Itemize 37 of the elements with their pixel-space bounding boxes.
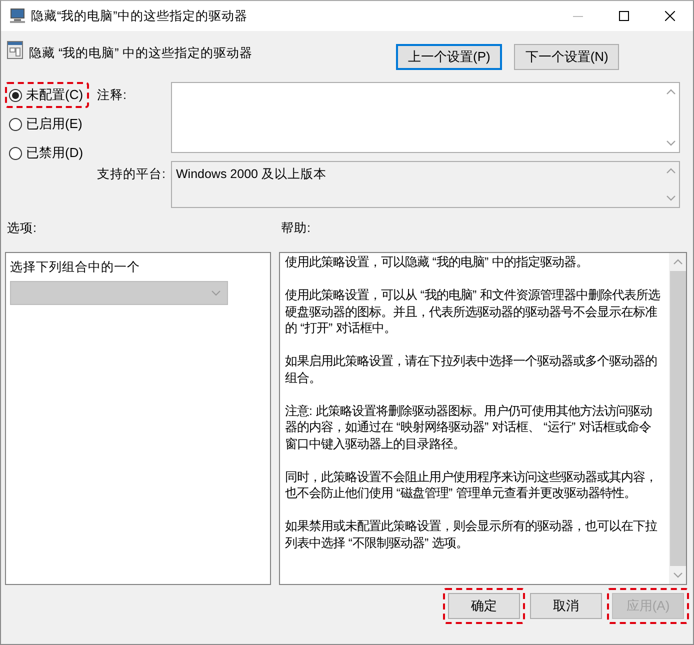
scroll-down-icon[interactable] <box>666 140 676 146</box>
section-label: 选项: <box>7 220 38 237</box>
window-title: 隐藏“我的电脑”中的这些指定的驱动器 <box>30 8 248 24</box>
platform-field: Windows 2000 及以上版本 <box>171 161 680 208</box>
scroll-down-icon[interactable] <box>672 572 682 578</box>
scrollbar-thumb[interactable] <box>670 271 686 566</box>
chevron-down-icon <box>211 290 221 296</box>
cancel-button[interactable]: 取消 <box>530 593 602 619</box>
comment-field[interactable] <box>171 82 680 153</box>
radio-button[interactable] <box>9 88 22 102</box>
close-icon[interactable] <box>665 11 675 21</box>
radio-label: 已启用(E) <box>26 115 82 133</box>
radio-button[interactable] <box>9 146 22 160</box>
scroll-up-icon[interactable] <box>666 89 676 95</box>
maximize-icon[interactable] <box>619 11 629 21</box>
computer-icon <box>9 8 27 24</box>
prompt-text: 选择下列组合中的一个 <box>10 259 141 276</box>
radio-button[interactable] <box>9 118 22 130</box>
scroll-up-icon[interactable] <box>666 168 676 174</box>
ok-button[interactable]: 确定 <box>448 593 520 619</box>
radio-label: 未配置(C) <box>26 86 84 104</box>
help-paragraph: 使用此策略设置，可以从 “我的电脑” 和文件资源管理器中删除代表所选硬盘驱动器的图标。并且，代表所选驱动器的驱动器号不会显示在标准的 “打开” 对话框中。 <box>285 287 662 336</box>
help-paragraph: 如果启用此策略设置，请在下拉列表中选择一个驱动器或多个驱动器的组合。 <box>285 353 658 386</box>
policy-title: 隐藏 “我的电脑” 中的这些指定的驱动器 <box>28 45 254 62</box>
scroll-up-icon[interactable] <box>672 259 682 265</box>
help-paragraph: 如果禁用或未配置此策略设置，则会显示所有的驱动器，也可以在下拉列表中选择 “不限制驱动器” 选项。 <box>285 518 658 551</box>
field-label: 注释: <box>97 87 128 104</box>
section-label: 帮助: <box>281 220 312 237</box>
radio-label: 已禁用(D) <box>26 144 84 162</box>
field-label: 支持的平台: <box>97 166 166 183</box>
scroll-down-icon[interactable] <box>666 195 676 201</box>
previous-setting-button[interactable]: 上一个设置(P) <box>396 44 502 70</box>
help-paragraph: 注意: 此策略设置将删除驱动器图标。用户仍可使用其他方法访问驱动器的内容，如通过在 “映射网络驱动器” 对话框、 “运行” 对话框或命令窗口中键入驱动器上的目录路径。 <box>285 402 653 452</box>
policy-icon <box>7 41 23 59</box>
help-paragraph: 同时，此策略设置不会阻止用户使用程序来访问这些驱动器或其内容，也不会防止他们使用 “磁盘管理” 管理单元查看并更改驱动器特性。 <box>285 468 658 502</box>
help-paragraph: 使用此策略设置，可以隐藏 “我的电脑” 中的指定驱动器。 <box>285 254 590 270</box>
next-setting-button[interactable]: 下一个设置(N) <box>514 44 620 70</box>
